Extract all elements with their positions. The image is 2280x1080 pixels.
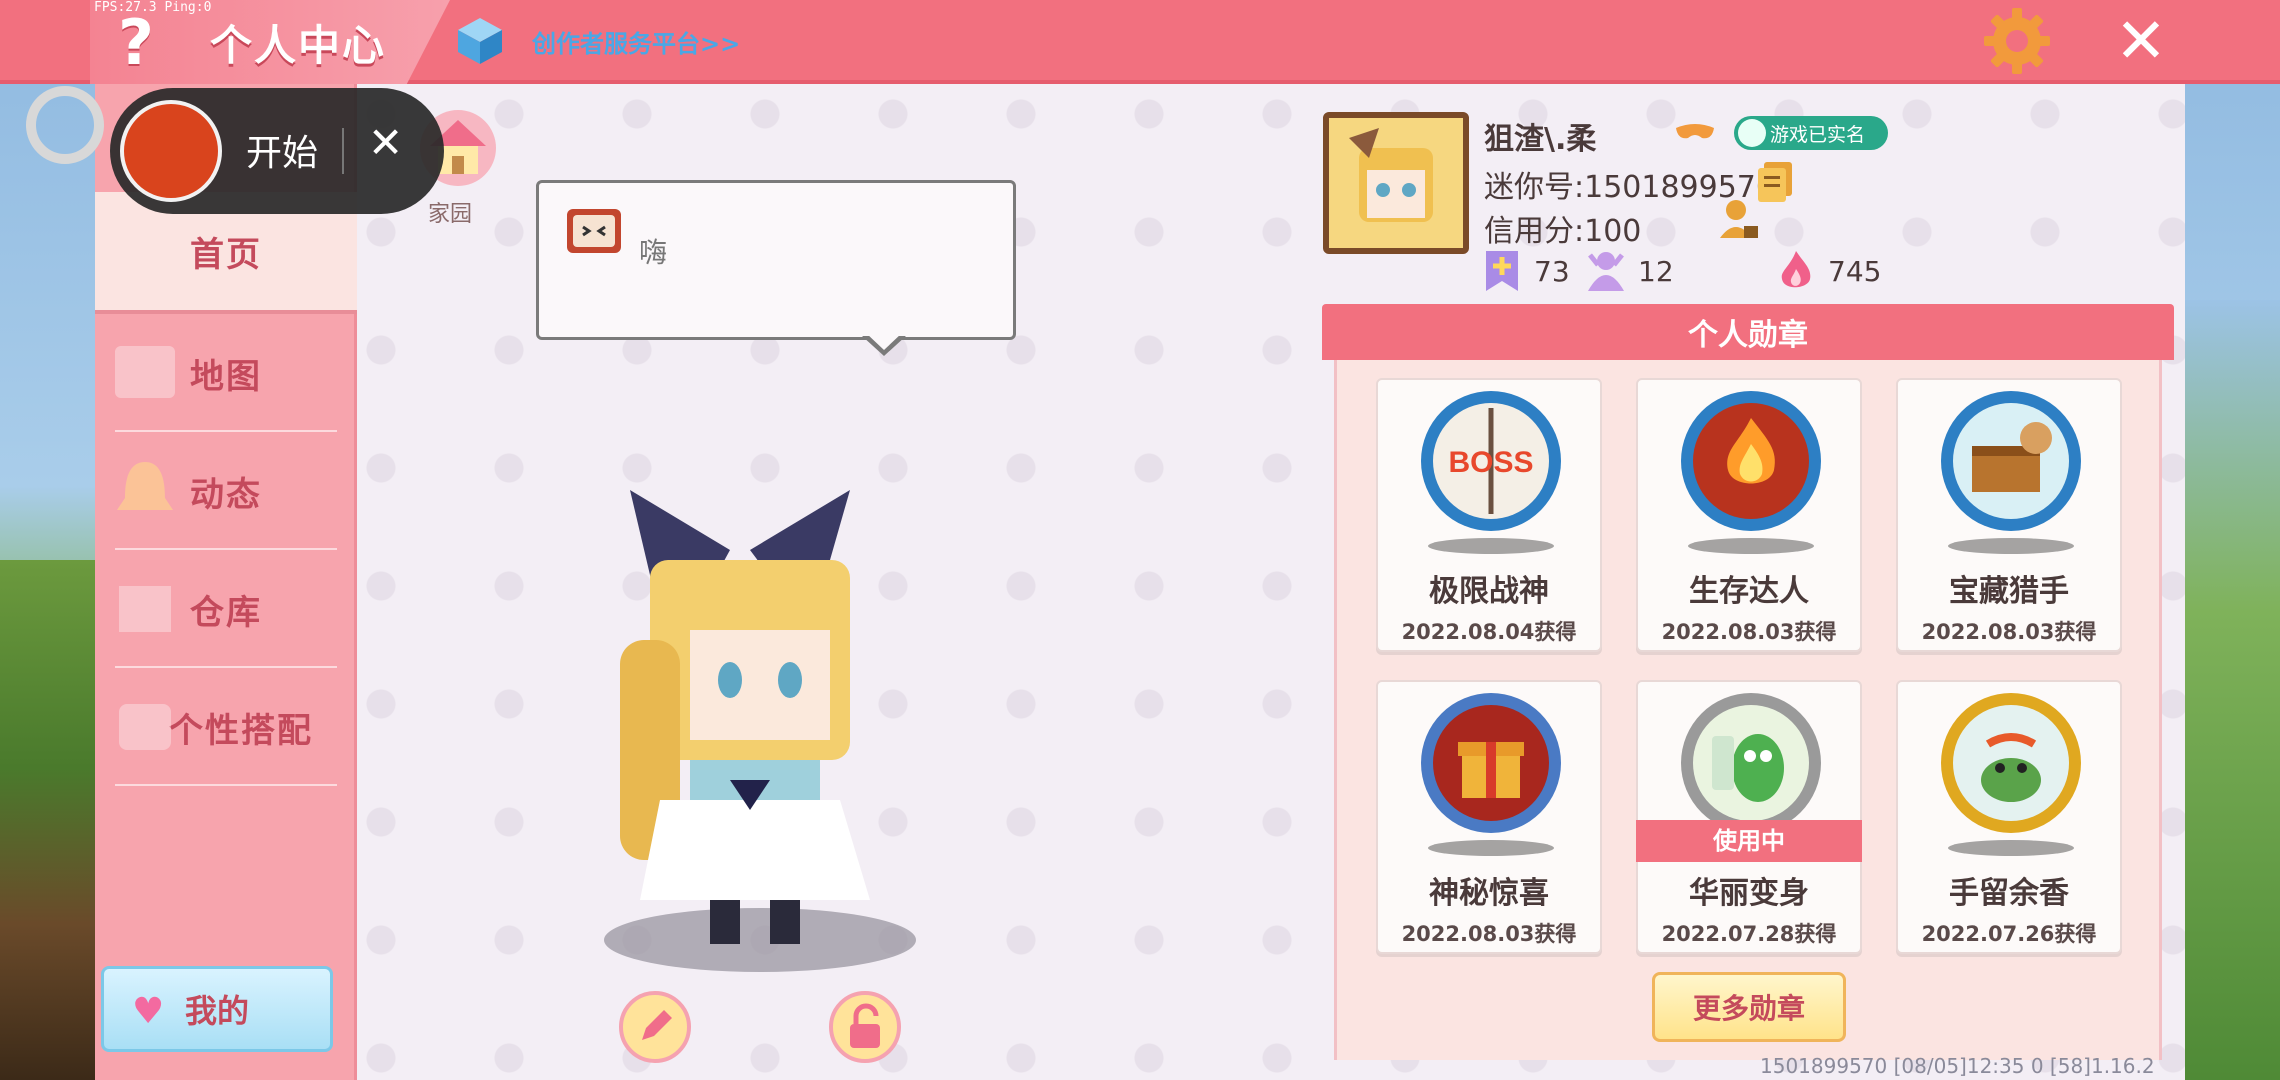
bookmark-plus-icon xyxy=(1486,251,1518,291)
medal-date: 2022.08.03获得 xyxy=(1401,922,1577,946)
medal-shadow xyxy=(1428,538,1554,554)
sidebar: 首页 地图 动态 仓库 个性搭配 ♥ 我的 xyxy=(95,84,357,1080)
emoji-avatar-icon xyxy=(567,209,621,253)
sidebar-item-warehouse[interactable]: 仓库 xyxy=(95,550,357,668)
world-terrain-right xyxy=(2185,300,2280,1080)
medal-card[interactable]: 生存达人 2022.08.03获得 xyxy=(1636,378,1862,652)
medal-date: 2022.07.26获得 xyxy=(1921,922,2097,946)
record-start-label[interactable]: 开始 xyxy=(246,124,318,176)
sidebar-item-label: 首页 xyxy=(190,234,262,275)
world-terrain-left xyxy=(0,560,95,1080)
medal-card[interactable]: 手留余香 2022.07.26获得 xyxy=(1896,680,2122,954)
flame-icon xyxy=(1781,251,1811,288)
bubble-tail xyxy=(862,333,906,356)
campfire-medal-icon xyxy=(1681,391,1821,531)
screen-record-bar: 开始 ✕ xyxy=(110,88,444,214)
stat-popularity[interactable]: 745 xyxy=(1776,248,1881,294)
avatar[interactable] xyxy=(1323,112,1469,254)
copy-icon[interactable] xyxy=(1756,160,1794,204)
footer-info: 1501899570 [08/05]12:35 0 [58]1.16.2 xyxy=(1760,1054,2155,1078)
bubble-text: 嗨 xyxy=(639,236,668,269)
my-button[interactable]: ♥ 我的 xyxy=(101,966,333,1052)
record-button[interactable] xyxy=(120,100,222,202)
unlock-icon[interactable] xyxy=(828,990,902,1064)
outfit-icon xyxy=(119,704,171,750)
floating-ring[interactable] xyxy=(26,86,104,164)
map-icon xyxy=(115,346,175,398)
stat-value: 745 xyxy=(1828,254,1882,288)
medal-card[interactable]: 神秘惊喜 2022.08.03获得 xyxy=(1376,680,1602,954)
page-title: 个人中心 xyxy=(210,21,387,70)
medal-date: 2022.08.04获得 xyxy=(1401,620,1577,644)
creator-cube-icon[interactable] xyxy=(456,16,504,66)
creator-platform-link[interactable]: 创作者服务平台>> xyxy=(532,24,740,59)
credit-score: 信用分:100 xyxy=(1484,214,1642,249)
medal-shadow xyxy=(1428,840,1554,856)
speech-bubble[interactable]: 嗨 xyxy=(536,180,1016,340)
sidebar-item-feed[interactable]: 动态 xyxy=(95,432,357,550)
player-name: 狙渣\.柔 xyxy=(1484,122,1597,157)
frog-medal-icon xyxy=(1941,693,2081,833)
stat-fans[interactable]: 12 xyxy=(1586,248,1674,294)
person-card-icon[interactable] xyxy=(1718,198,1760,242)
medal-date: 2022.08.03获得 xyxy=(1921,620,2097,644)
divider xyxy=(115,784,337,786)
stat-value: 73 xyxy=(1534,254,1570,288)
sidebar-item-map[interactable]: 地图 xyxy=(95,314,357,432)
medal-name: 华丽变身 xyxy=(1689,876,1809,911)
my-button-label: 我的 xyxy=(184,992,249,1030)
more-medals-button[interactable]: 更多勋章 xyxy=(1652,972,1846,1042)
home-label: 家园 xyxy=(428,202,473,227)
treasure-medal-icon xyxy=(1941,391,2081,531)
medals-header: 个人勋章 xyxy=(1322,304,2174,360)
person-icon xyxy=(1738,119,1766,147)
boss-medal-icon: BOSS xyxy=(1421,391,1561,531)
medal-shadow xyxy=(1948,840,2074,856)
divider xyxy=(342,128,344,174)
in-use-badge: 使用中 xyxy=(1636,820,1862,862)
heart-icon: ♥ xyxy=(132,991,165,1032)
medal-card[interactable]: 使用中 华丽变身 2022.07.28获得 xyxy=(1636,680,1862,954)
sidebar-item-label: 仓库 xyxy=(190,592,262,633)
medal-name: 极限战神 xyxy=(1429,574,1549,609)
help-icon[interactable]: ? xyxy=(108,8,164,78)
medal-card[interactable]: BOSS 极限战神 2022.08.04获得 xyxy=(1376,378,1602,652)
medal-shadow xyxy=(1948,538,2074,554)
close-icon[interactable]: ✕ xyxy=(2110,10,2172,72)
edit-icon[interactable] xyxy=(618,990,692,1064)
medal-date: 2022.08.03获得 xyxy=(1661,620,1837,644)
stat-bookmarks[interactable]: 73 xyxy=(1482,248,1570,294)
sidebar-item-label: 动态 xyxy=(190,474,262,515)
mask-icon[interactable] xyxy=(1674,122,1716,144)
bell-icon xyxy=(117,462,173,510)
gift-medal-icon xyxy=(1421,693,1561,833)
close-icon[interactable]: ✕ xyxy=(368,118,403,167)
top-bar: FPS:27.3 Ping:0 ? 个人中心 创作者服务平台>> ✕ xyxy=(0,0,2280,84)
verified-label: 游戏已实名 xyxy=(1770,123,1866,146)
fans-icon xyxy=(1588,252,1624,291)
medal-name: 手留余香 xyxy=(1949,876,2069,911)
sidebar-item-label: 地图 xyxy=(190,356,262,397)
verified-badge: 游戏已实名 xyxy=(1734,116,1888,150)
gear-icon[interactable] xyxy=(1982,6,2052,76)
svg-text:BOSS: BOSS xyxy=(1448,446,1533,479)
medal-card[interactable]: 宝藏猎手 2022.08.03获得 xyxy=(1896,378,2122,652)
medal-shadow xyxy=(1688,538,1814,554)
dragon-medal-icon xyxy=(1681,693,1821,833)
warehouse-icon xyxy=(119,586,171,632)
medal-date: 2022.07.28获得 xyxy=(1661,922,1837,946)
player-character[interactable] xyxy=(580,480,920,980)
sidebar-item-outfit[interactable]: 个性搭配 xyxy=(95,668,357,786)
medal-name: 神秘惊喜 xyxy=(1429,876,1549,911)
medal-name: 宝藏猎手 xyxy=(1949,574,2069,609)
medal-name: 生存达人 xyxy=(1689,574,1809,609)
stat-value: 12 xyxy=(1638,254,1674,288)
